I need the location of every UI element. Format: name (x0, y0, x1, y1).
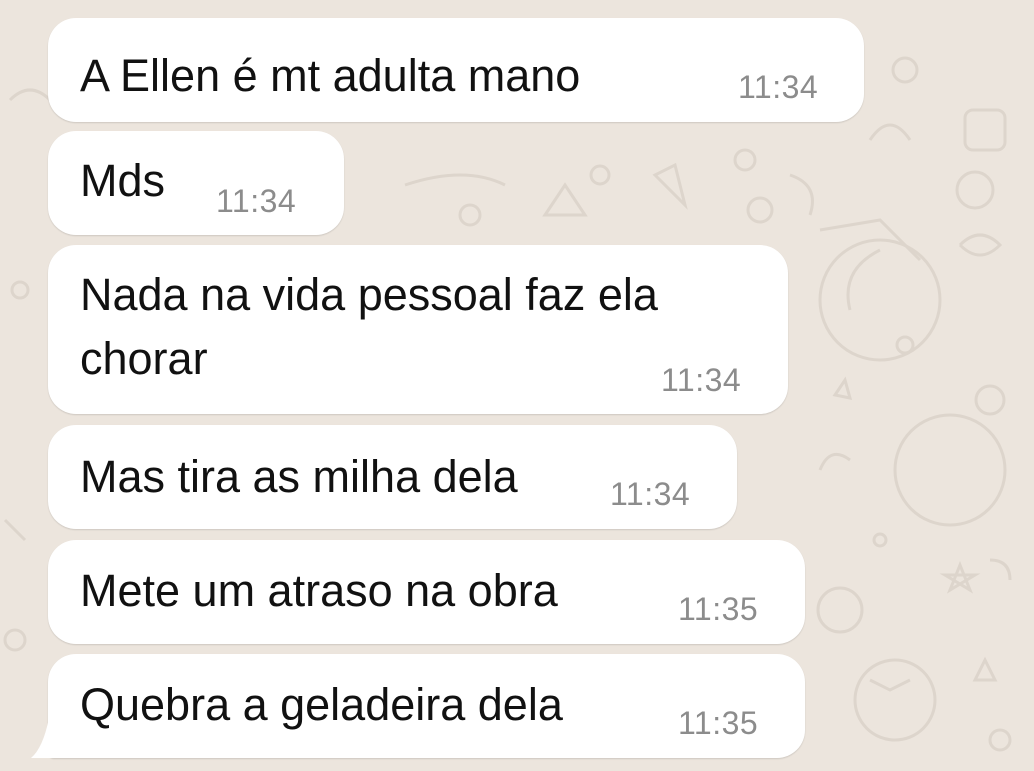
message-bubble[interactable]: Quebra a geladeira dela 11:35 (48, 654, 805, 758)
message-bubble[interactable]: Mas tira as milha dela 11:34 (48, 425, 737, 529)
message-time: 11:35 (678, 705, 759, 741)
message-bubble[interactable]: A Ellen é mt adulta mano 11:34 (48, 18, 864, 122)
chat-message-list[interactable]: A Ellen é mt adulta mano 11:34 Mds 11:34… (0, 0, 1034, 771)
message-text: Mds (80, 155, 166, 206)
message-text: Quebra a geladeira dela (80, 679, 563, 730)
message-text: A Ellen é mt adulta mano (80, 50, 581, 101)
message-text: Nada na vida pessoal faz ela chorar (80, 269, 658, 384)
bubble-tail-icon (31, 718, 69, 758)
message-time: 11:34 (661, 362, 742, 398)
message-bubble[interactable]: Mds 11:34 (48, 131, 344, 235)
message-time: 11:34 (738, 69, 819, 105)
message-bubble[interactable]: Mete um atraso na obra 11:35 (48, 540, 805, 644)
message-text: Mete um atraso na obra (80, 565, 558, 616)
message-time: 11:35 (678, 591, 759, 627)
message-time: 11:34 (216, 183, 297, 219)
message-time: 11:34 (610, 476, 691, 512)
message-bubble[interactable]: Nada na vida pessoal faz ela chorar 11:3… (48, 245, 788, 414)
message-text: Mas tira as milha dela (80, 451, 518, 502)
